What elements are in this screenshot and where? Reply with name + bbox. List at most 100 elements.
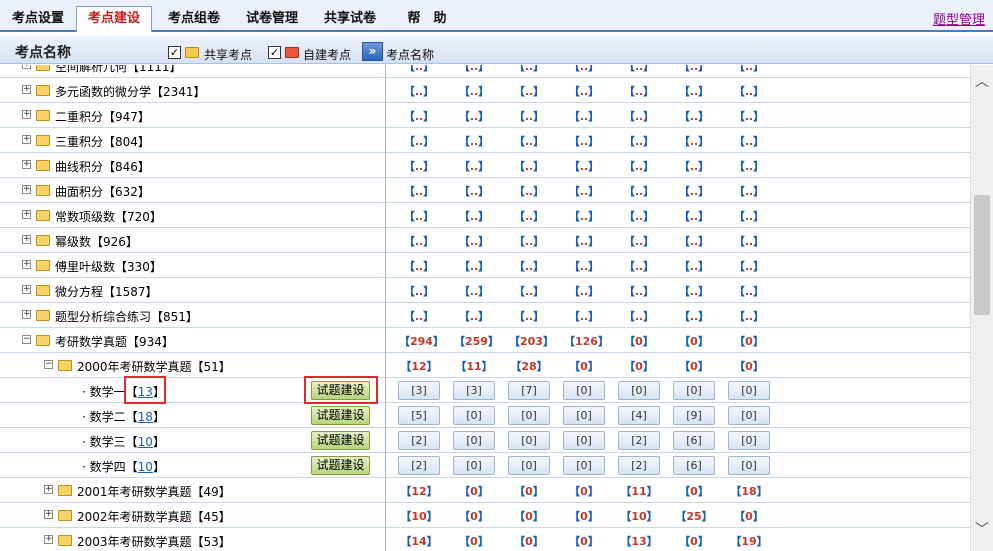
question-count-link[interactable]: 10 bbox=[138, 435, 153, 449]
count-cell[interactable]: 【10】 bbox=[399, 508, 439, 524]
count-cell[interactable]: 【..】 bbox=[619, 183, 659, 199]
count-cell[interactable]: 【..】 bbox=[454, 133, 494, 149]
count-cell[interactable]: 【..】 bbox=[729, 183, 769, 199]
count-cell[interactable]: 【10】 bbox=[619, 508, 659, 524]
scroll-down-icon[interactable]: ﹀ bbox=[971, 519, 993, 538]
count-cell[interactable]: 【..】 bbox=[509, 233, 549, 249]
node-label[interactable]: 2000年考研数学真题【51】 bbox=[77, 358, 231, 375]
count-cell[interactable]: 【..】 bbox=[399, 65, 439, 74]
count-cell[interactable]: 【..】 bbox=[509, 258, 549, 274]
node-label[interactable]: 二重积分【947】 bbox=[55, 108, 150, 125]
expand-icon[interactable]: + bbox=[22, 285, 31, 294]
node-label[interactable]: 2001年考研数学真题【49】 bbox=[77, 483, 231, 500]
count-cell[interactable]: 【..】 bbox=[399, 308, 439, 324]
count-cell[interactable]: 【..】 bbox=[399, 83, 439, 99]
count-cell[interactable]: 【..】 bbox=[564, 258, 604, 274]
count-cell[interactable]: 【0】 bbox=[729, 358, 769, 374]
count-cell[interactable]: 【..】 bbox=[674, 208, 714, 224]
count-button[interactable]: [0] bbox=[563, 381, 605, 400]
count-cell[interactable]: 【..】 bbox=[564, 158, 604, 174]
count-cell[interactable]: 【..】 bbox=[454, 233, 494, 249]
count-cell[interactable]: 【11】 bbox=[454, 358, 494, 374]
count-cell[interactable]: 【..】 bbox=[509, 133, 549, 149]
count-cell[interactable]: 【..】 bbox=[619, 258, 659, 274]
count-cell[interactable]: 【0】 bbox=[729, 333, 769, 349]
node-label[interactable]: 2003年考研数学真题【53】 bbox=[77, 533, 231, 550]
count-cell[interactable]: 【0】 bbox=[674, 483, 714, 499]
count-cell[interactable]: 【..】 bbox=[674, 308, 714, 324]
count-button[interactable]: [2] bbox=[618, 431, 660, 450]
count-button[interactable]: [7] bbox=[508, 381, 550, 400]
count-button[interactable]: [9] bbox=[673, 406, 715, 425]
build-question-button[interactable]: 试题建设 bbox=[311, 456, 370, 475]
count-cell[interactable]: 【0】 bbox=[564, 508, 604, 524]
count-cell[interactable]: 【19】 bbox=[729, 533, 769, 549]
count-cell[interactable]: 【12】 bbox=[399, 358, 439, 374]
count-button[interactable]: [2] bbox=[618, 456, 660, 475]
count-cell[interactable]: 【..】 bbox=[674, 65, 714, 74]
count-button[interactable]: [0] bbox=[508, 456, 550, 475]
expand-icon[interactable]: + bbox=[22, 310, 31, 319]
node-label[interactable]: 曲线积分【846】 bbox=[55, 158, 150, 175]
count-cell[interactable]: 【..】 bbox=[619, 208, 659, 224]
count-button[interactable]: [6] bbox=[673, 456, 715, 475]
count-cell[interactable]: 【126】 bbox=[564, 333, 609, 349]
count-cell[interactable]: 【..】 bbox=[619, 308, 659, 324]
expand-icon[interactable]: + bbox=[22, 210, 31, 219]
count-cell[interactable]: 【..】 bbox=[674, 83, 714, 99]
count-cell[interactable]: 【0】 bbox=[674, 358, 714, 374]
count-cell[interactable]: 【..】 bbox=[509, 158, 549, 174]
count-cell[interactable]: 【..】 bbox=[729, 283, 769, 299]
count-cell[interactable]: 【18】 bbox=[729, 483, 769, 499]
count-cell[interactable]: 【..】 bbox=[674, 258, 714, 274]
count-cell[interactable]: 【..】 bbox=[619, 133, 659, 149]
count-cell[interactable]: 【..】 bbox=[509, 208, 549, 224]
count-cell[interactable]: 【203】 bbox=[509, 333, 554, 349]
count-cell[interactable]: 【..】 bbox=[399, 183, 439, 199]
count-cell[interactable]: 【..】 bbox=[564, 133, 604, 149]
count-cell[interactable]: 【0】 bbox=[454, 508, 494, 524]
expand-icon[interactable]: + bbox=[22, 235, 31, 244]
count-cell[interactable]: 【294】 bbox=[399, 333, 444, 349]
count-cell[interactable]: 【..】 bbox=[399, 258, 439, 274]
count-cell[interactable]: 【259】 bbox=[454, 333, 499, 349]
count-cell[interactable]: 【..】 bbox=[564, 183, 604, 199]
count-button[interactable]: [2] bbox=[398, 456, 440, 475]
node-label[interactable]: 三重积分【804】 bbox=[55, 133, 150, 150]
count-cell[interactable]: 【..】 bbox=[729, 133, 769, 149]
nav-tab[interactable]: 帮 助 bbox=[392, 7, 462, 32]
count-cell[interactable]: 【..】 bbox=[509, 65, 549, 74]
expand-icon[interactable]: + bbox=[22, 110, 31, 119]
count-cell[interactable]: 【0】 bbox=[674, 333, 714, 349]
count-cell[interactable]: 【..】 bbox=[619, 233, 659, 249]
count-cell[interactable]: 【..】 bbox=[674, 133, 714, 149]
question-count-link[interactable]: 18 bbox=[138, 410, 153, 424]
build-question-button[interactable]: 试题建设 bbox=[311, 431, 370, 450]
count-cell[interactable]: 【..】 bbox=[619, 283, 659, 299]
count-cell[interactable]: 【..】 bbox=[399, 108, 439, 124]
question-count-link[interactable]: 10 bbox=[138, 460, 153, 474]
count-cell[interactable]: 【..】 bbox=[454, 208, 494, 224]
count-cell[interactable]: 【..】 bbox=[564, 283, 604, 299]
expand-icon[interactable]: + bbox=[22, 160, 31, 169]
count-cell[interactable]: 【..】 bbox=[619, 158, 659, 174]
scroll-thumb[interactable] bbox=[974, 195, 990, 315]
node-label[interactable]: 空间解析几何【1111】 bbox=[55, 65, 182, 75]
count-cell[interactable]: 【..】 bbox=[509, 83, 549, 99]
count-cell[interactable]: 【..】 bbox=[729, 308, 769, 324]
count-button[interactable]: [0] bbox=[453, 431, 495, 450]
count-cell[interactable]: 【0】 bbox=[729, 508, 769, 524]
count-cell[interactable]: 【14】 bbox=[399, 533, 439, 549]
count-button[interactable]: [0] bbox=[508, 431, 550, 450]
expand-icon[interactable]: + bbox=[44, 510, 53, 519]
count-button[interactable]: [3] bbox=[398, 381, 440, 400]
count-cell[interactable]: 【..】 bbox=[619, 83, 659, 99]
node-label[interactable]: 常数项级数【720】 bbox=[55, 208, 162, 225]
node-label[interactable]: 幂级数【926】 bbox=[55, 233, 138, 250]
count-cell[interactable]: 【..】 bbox=[674, 283, 714, 299]
count-button[interactable]: [0] bbox=[728, 456, 770, 475]
count-cell[interactable]: 【..】 bbox=[454, 65, 494, 74]
count-cell[interactable]: 【..】 bbox=[564, 208, 604, 224]
count-cell[interactable]: 【..】 bbox=[729, 233, 769, 249]
collapse-icon[interactable]: − bbox=[22, 335, 31, 344]
